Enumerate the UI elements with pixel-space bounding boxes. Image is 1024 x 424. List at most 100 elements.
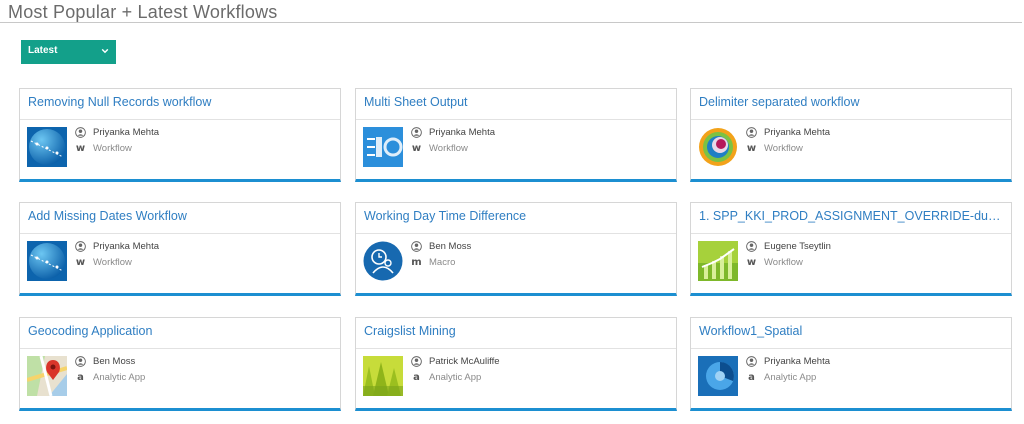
type-row: a Analytic App: [75, 372, 145, 383]
card-divider: [20, 119, 340, 120]
target-icon: [698, 127, 738, 167]
pie-icon: [698, 356, 738, 396]
workflow-thumbnail[interactable]: [363, 127, 403, 167]
user-icon: [75, 356, 86, 367]
workflow-thumbnail[interactable]: [698, 356, 738, 396]
type-icon: w: [75, 257, 86, 268]
sort-dropdown-value: Latest: [28, 45, 58, 56]
workflow-type: Analytic App: [429, 372, 482, 383]
author-name[interactable]: Priyanka Mehta: [93, 241, 159, 252]
page-title: Most Popular + Latest Workflows: [8, 2, 278, 22]
author-name[interactable]: Priyanka Mehta: [764, 356, 830, 367]
type-icon: a: [77, 372, 84, 383]
workflow-title-link[interactable]: Craigslist Mining: [364, 324, 670, 338]
type-icon: w: [75, 143, 86, 154]
author-name[interactable]: Ben Moss: [93, 356, 135, 367]
author-row: Patrick McAuliffe: [411, 356, 500, 367]
workflow-card[interactable]: Add Missing Dates Workflow Priyanka Meht…: [19, 202, 341, 296]
workflow-title-link[interactable]: 1. SPP_KKI_PROD_ASSIGNMENT_OVERRIDE-dups…: [699, 209, 1005, 223]
workflow-title-link[interactable]: Multi Sheet Output: [364, 95, 670, 109]
card-divider: [356, 348, 676, 349]
workflow-type: Workflow: [429, 143, 468, 154]
growth-chart-icon: [698, 241, 738, 281]
author-name[interactable]: Priyanka Mehta: [429, 127, 495, 138]
workflow-type: Workflow: [93, 257, 132, 268]
user-icon: [746, 241, 757, 252]
workflow-title-link[interactable]: Removing Null Records workflow: [28, 95, 334, 109]
workflow-thumbnail[interactable]: [698, 241, 738, 281]
workflow-title-link[interactable]: Working Day Time Difference: [364, 209, 670, 223]
workflow-thumbnail[interactable]: [363, 241, 403, 281]
card-divider: [356, 119, 676, 120]
author-name[interactable]: Priyanka Mehta: [93, 127, 159, 138]
user-icon: [411, 127, 422, 138]
workflow-thumbnail[interactable]: [27, 241, 67, 281]
card-divider: [20, 348, 340, 349]
workflow-card[interactable]: Workflow1_Spatial Priyanka Mehta a Analy…: [690, 317, 1012, 411]
type-row: w Workflow: [746, 257, 803, 268]
card-divider: [20, 233, 340, 234]
sheet-output-icon: [363, 127, 403, 167]
type-icon: w: [411, 143, 422, 154]
author-name[interactable]: Ben Moss: [429, 241, 471, 252]
user-icon: [746, 356, 757, 367]
author-name[interactable]: Priyanka Mehta: [764, 127, 830, 138]
workflow-type: Analytic App: [93, 372, 146, 383]
card-divider: [691, 233, 1011, 234]
workflow-card[interactable]: Multi Sheet Output Priyanka Mehta w Work…: [355, 88, 677, 182]
sort-dropdown[interactable]: Latest: [21, 40, 116, 64]
workflow-card[interactable]: Removing Null Records workflow Priyanka …: [19, 88, 341, 182]
type-icon: a: [748, 372, 755, 383]
workflow-card[interactable]: Delimiter separated workflow Priyanka Me…: [690, 88, 1012, 182]
workflow-type: Workflow: [764, 143, 803, 154]
author-row: Priyanka Mehta: [746, 356, 830, 367]
type-icon: a: [413, 372, 420, 383]
type-row: w Workflow: [75, 257, 132, 268]
author-name[interactable]: Eugene Tseytlin: [764, 241, 831, 252]
title-divider: [0, 22, 1022, 23]
author-row: Ben Moss: [411, 241, 471, 252]
card-divider: [691, 348, 1011, 349]
card-divider: [356, 233, 676, 234]
workflow-type: Workflow: [93, 143, 132, 154]
author-row: Priyanka Mehta: [75, 241, 159, 252]
type-row: w Workflow: [746, 143, 803, 154]
type-row: m Macro: [411, 257, 455, 268]
workflow-card[interactable]: Geocoding Application Ben Moss a Analyti…: [19, 317, 341, 411]
user-icon: [75, 127, 86, 138]
chevron-down-icon: [101, 48, 109, 54]
green-app-icon: [363, 356, 403, 396]
workflow-card[interactable]: Working Day Time Difference Ben Moss m M…: [355, 202, 677, 296]
workflow-thumbnail[interactable]: [27, 127, 67, 167]
map-pin-icon: [27, 356, 67, 396]
workflow-thumbnail[interactable]: [27, 356, 67, 396]
author-row: Priyanka Mehta: [411, 127, 495, 138]
type-row: a Analytic App: [411, 372, 481, 383]
author-row: Eugene Tseytlin: [746, 241, 831, 252]
type-icon: w: [746, 143, 757, 154]
workflow-thumbnail[interactable]: [698, 127, 738, 167]
author-row: Priyanka Mehta: [75, 127, 159, 138]
workflow-type: Workflow: [764, 257, 803, 268]
user-icon: [75, 241, 86, 252]
type-row: a Analytic App: [746, 372, 816, 383]
author-row: Priyanka Mehta: [746, 127, 830, 138]
globe-workflow-icon: [27, 127, 67, 167]
user-icon: [411, 356, 422, 367]
workflow-title-link[interactable]: Add Missing Dates Workflow: [28, 209, 334, 223]
type-row: w Workflow: [411, 143, 468, 154]
type-icon: m: [411, 257, 422, 268]
workflow-title-link[interactable]: Delimiter separated workflow: [699, 95, 1005, 109]
card-divider: [691, 119, 1011, 120]
workflow-card[interactable]: 1. SPP_KKI_PROD_ASSIGNMENT_OVERRIDE-dups…: [690, 202, 1012, 296]
author-name[interactable]: Patrick McAuliffe: [429, 356, 500, 367]
workflow-title-link[interactable]: Geocoding Application: [28, 324, 334, 338]
user-icon: [411, 241, 422, 252]
workflow-thumbnail[interactable]: [363, 356, 403, 396]
workflow-card[interactable]: Craigslist Mining Patrick McAuliffe a An…: [355, 317, 677, 411]
user-icon: [746, 127, 757, 138]
globe-workflow-icon: [27, 241, 67, 281]
workflow-title-link[interactable]: Workflow1_Spatial: [699, 324, 1005, 338]
author-row: Ben Moss: [75, 356, 135, 367]
workflow-type: Analytic App: [764, 372, 817, 383]
